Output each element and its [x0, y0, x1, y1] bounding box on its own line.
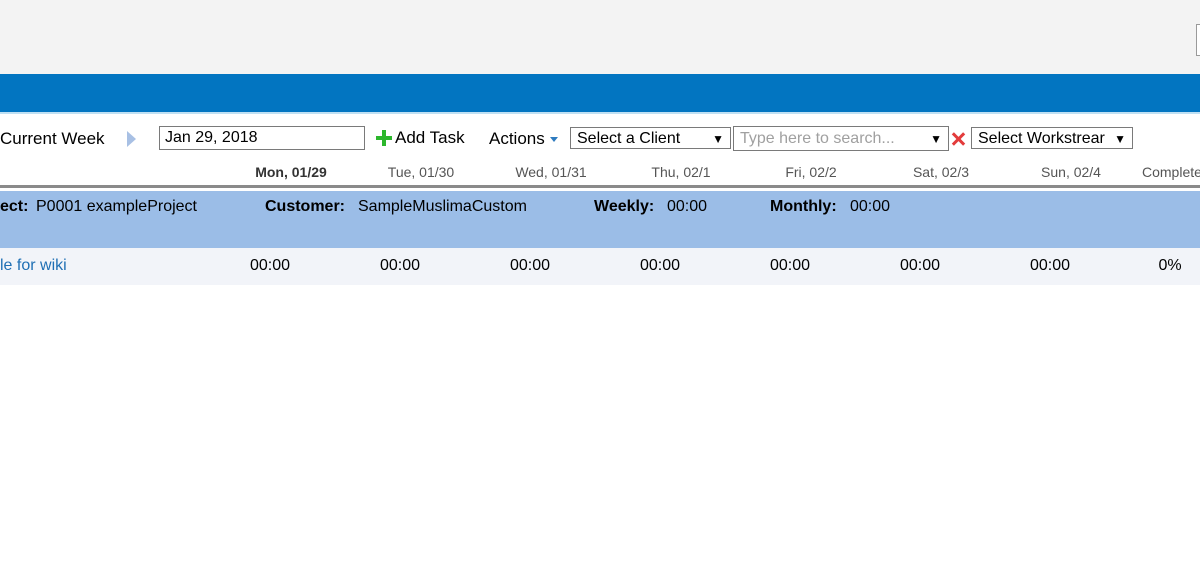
weekly-label: Weekly:: [594, 198, 655, 215]
project-label: ect:: [0, 198, 29, 215]
monthly-label: Monthly:: [770, 198, 837, 215]
task-complete: 0%: [1158, 257, 1182, 274]
task-hours-fri[interactable]: 00:00: [725, 257, 855, 275]
add-task-label: Add Task: [395, 128, 465, 147]
header-band: [0, 74, 1200, 112]
top-bar: [0, 0, 1200, 74]
workstream-select[interactable]: Select Workstrear ▼: [971, 127, 1133, 149]
caret-down-icon: [549, 137, 558, 143]
task-link[interactable]: le for wiki: [0, 257, 67, 275]
day-header-sun: Sun, 02/4: [1041, 164, 1101, 180]
top-right-control[interactable]: [1196, 24, 1200, 56]
search-input[interactable]: Type here to search... ▼: [733, 126, 949, 151]
task-hours-sat[interactable]: 00:00: [855, 257, 985, 275]
day-header-tue: Tue, 01/30: [387, 164, 455, 180]
current-week-button[interactable]: Current Week: [0, 129, 105, 149]
project-value: P0001 exampleProject: [36, 198, 197, 215]
add-task-button[interactable]: Add Task: [376, 128, 465, 148]
day-header-wed: Wed, 01/31: [515, 164, 587, 180]
task-hours-wed[interactable]: 00:00: [465, 257, 595, 275]
client-select-value: Select a Client: [577, 130, 681, 147]
date-input[interactable]: [159, 126, 365, 150]
header-rule: [0, 185, 1200, 188]
client-select[interactable]: Select a Client ▼: [570, 127, 731, 149]
task-hours-sun[interactable]: 00:00: [985, 257, 1115, 275]
header-divider: [0, 112, 1200, 114]
task-hours-thu[interactable]: 00:00: [595, 257, 725, 275]
actions-label: Actions: [489, 129, 545, 148]
day-header-fri: Fri, 02/2: [785, 164, 837, 180]
monthly-value: 00:00: [850, 198, 891, 215]
weekly-value: 00:00: [667, 198, 708, 215]
search-placeholder: Type here to search...: [740, 130, 895, 147]
customer-value: SampleMuslimaCustom: [358, 198, 527, 215]
day-header-sat: Sat, 02/3: [912, 164, 970, 180]
actions-menu[interactable]: Actions: [489, 129, 558, 149]
task-hours-mon[interactable]: 00:00: [205, 257, 335, 275]
workstream-select-value: Select Workstrear: [978, 130, 1105, 147]
task-hours-tue[interactable]: 00:00: [335, 257, 465, 275]
dropdown-arrow-icon: ▼: [930, 132, 942, 146]
day-header-thu: Thu, 02/1: [651, 164, 711, 180]
dropdown-arrow-icon: ▼: [712, 132, 724, 146]
day-header-mon: Mon, 01/29: [255, 164, 327, 180]
next-week-arrow-icon[interactable]: [127, 131, 136, 147]
clear-filter-icon[interactable]: [950, 131, 966, 147]
plus-icon: [376, 130, 392, 146]
customer-label: Customer:: [265, 198, 346, 215]
complete-header: Complete: [1142, 164, 1200, 180]
dropdown-arrow-icon: ▼: [1114, 132, 1126, 146]
